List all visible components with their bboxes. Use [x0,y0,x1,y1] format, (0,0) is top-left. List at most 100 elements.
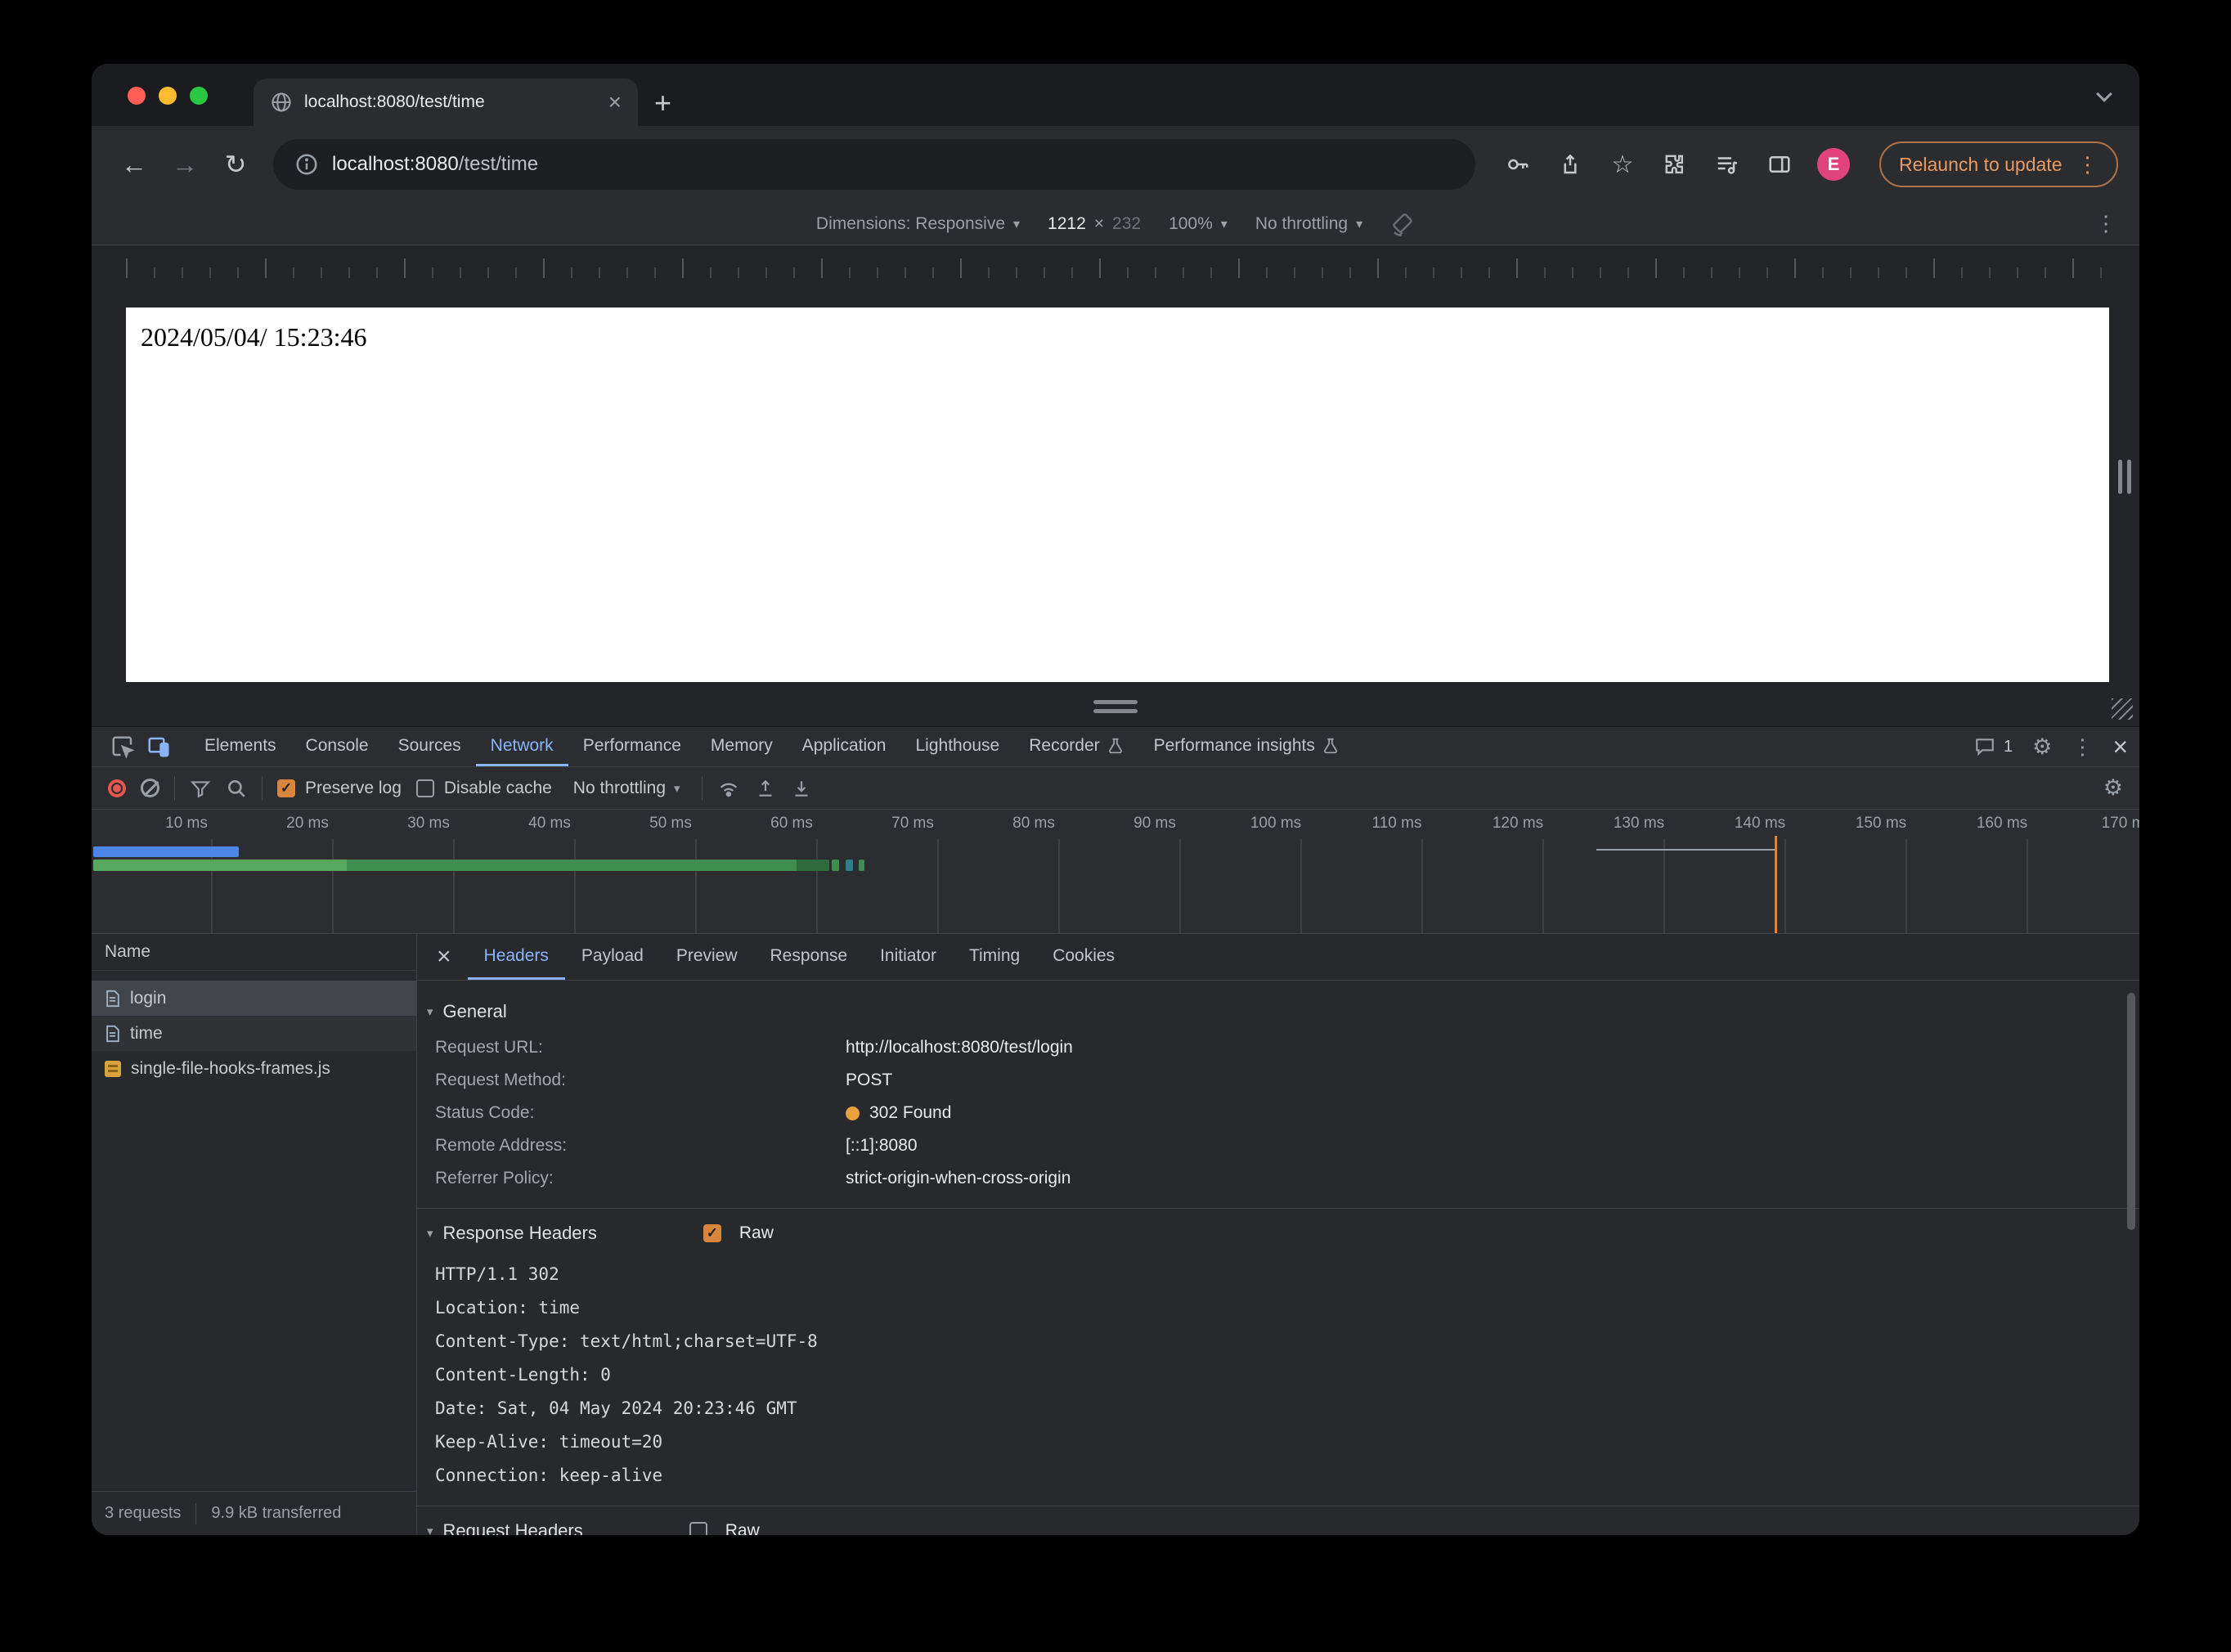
relaunch-menu-icon[interactable]: ⋮ [2077,152,2099,177]
request-headers-section-header[interactable]: ▾ Request Headers Raw [417,1511,2139,1535]
viewport-width-resize-handle[interactable] [2118,460,2131,494]
media-controls-icon[interactable] [1713,150,1742,179]
header-row-status-code: Status Code: 302 Found [417,1097,2139,1129]
share-icon[interactable] [1555,150,1585,179]
viewport-width-input[interactable]: 1212 [1048,214,1086,234]
request-list: login time single-file-hooks-frames.js [92,971,416,1086]
checkbox-unchecked-icon[interactable] [415,779,434,797]
device-toolbar-menu-icon[interactable]: ⋮ [2095,211,2117,236]
site-info-icon[interactable] [294,152,319,177]
header-value: POST [846,1071,893,1089]
tab-performance-insights[interactable]: Performance insights [1139,727,1354,766]
preserve-log-checkbox[interactable]: ✓ Preserve log [277,779,402,798]
time-label: 30 ms [407,815,450,832]
zoom-select[interactable]: 100% ▾ [1169,214,1228,234]
maximize-window-button[interactable] [190,87,208,105]
raw-checkbox[interactable] [689,1522,707,1535]
export-har-icon[interactable] [791,778,812,799]
request-row-time[interactable]: time [92,1016,416,1051]
tab-lighthouse[interactable]: Lighthouse [900,727,1014,766]
browser-toolbar: ← → ↻ localhost:8080/test/time ☆ E Relau… [92,126,2139,203]
reload-button[interactable]: ↻ [214,149,257,180]
forward-button[interactable]: → [164,150,206,180]
expander-icon[interactable]: ▾ [427,1524,433,1535]
expander-icon[interactable]: ▾ [427,1004,433,1019]
tab-application[interactable]: Application [788,727,901,766]
profile-avatar[interactable]: E [1817,148,1850,181]
raw-line: Content-Length: 0 [435,1365,611,1385]
time-label: 50 ms [649,815,692,832]
header-label: Status Code: [435,1103,535,1122]
expander-icon[interactable]: ▾ [427,1226,433,1241]
new-tab-button[interactable]: + [654,88,671,118]
url-text: localhost:8080/test/time [332,153,538,176]
raw-checkbox[interactable]: ✓ [703,1224,721,1242]
network-overview-timeline[interactable]: 10 ms 20 ms 30 ms 40 ms 50 ms 60 ms 70 m… [92,810,2139,934]
detail-tab-initiator[interactable]: Initiator [864,934,953,980]
devtools-menu-icon[interactable]: ⋮ [2072,734,2093,760]
network-settings-icon[interactable]: ⚙ [2103,775,2123,801]
disable-cache-checkbox[interactable]: Disable cache [415,779,552,798]
page-viewport[interactable]: 2024/05/04/ 15:23:46 [126,308,2109,682]
tab-memory[interactable]: Memory [696,727,788,766]
bookmark-star-icon[interactable]: ☆ [1608,150,1637,179]
minimize-window-button[interactable] [159,87,177,105]
viewport-height-input[interactable]: 232 [1112,214,1141,234]
general-section-header[interactable]: ▾ General [417,992,2139,1031]
detail-tab-timing[interactable]: Timing [953,934,1036,980]
issues-badge[interactable]: 1 [1974,736,2013,757]
detail-tab-response[interactable]: Response [754,934,864,980]
address-bar[interactable]: localhost:8080/test/time [273,139,1475,190]
close-window-button[interactable] [128,87,146,105]
clear-network-log-button[interactable] [141,779,159,797]
import-har-icon[interactable] [755,778,776,799]
dimensions-select[interactable]: Dimensions: Responsive ▾ [816,214,1020,234]
network-throttling-select[interactable]: No throttling ▾ [573,779,680,798]
status-dot-icon [846,1106,860,1120]
preserve-log-label: Preserve log [305,778,402,797]
tab-recorder[interactable]: Recorder [1014,727,1138,766]
detail-tab-headers[interactable]: Headers [467,934,565,980]
detail-scrollbar-thumb[interactable] [2127,993,2135,1230]
response-headers-title: Response Headers [442,1223,597,1243]
network-throttling-value: No throttling [572,778,667,797]
request-list-name-header[interactable]: Name [92,934,416,971]
url-path: /test/time [458,153,539,175]
tab-search-chevron-icon[interactable] [2096,86,2112,102]
browser-tab[interactable]: localhost:8080/test/time × [254,79,638,126]
search-icon[interactable] [226,778,247,799]
back-button[interactable]: ← [113,150,155,180]
record-network-log-button[interactable] [108,779,126,797]
tab-performance[interactable]: Performance [568,727,696,766]
tab-console[interactable]: Console [291,727,384,766]
relaunch-update-button[interactable]: Relaunch to update ⋮ [1879,141,2118,187]
detail-tab-payload[interactable]: Payload [565,934,660,980]
network-toolbar: ✓ Preserve log Disable cache No throttli… [92,767,2139,810]
viewport-height-resize-handle[interactable] [1093,700,1138,713]
filter-icon[interactable] [190,778,211,799]
throttling-select[interactable]: No throttling ▾ [1255,214,1362,234]
raw-line: Date: Sat, 04 May 2024 20:23:46 GMT [435,1398,797,1418]
extensions-icon[interactable] [1660,150,1690,179]
tab-elements[interactable]: Elements [190,727,291,766]
request-row-login[interactable]: login [92,981,416,1016]
rotate-viewport-icon[interactable] [1390,212,1415,236]
tab-sources[interactable]: Sources [384,727,476,766]
viewport-corner-resize-handle[interactable] [2112,698,2133,720]
network-conditions-icon[interactable] [717,777,740,800]
response-headers-section-header[interactable]: ▾ Response Headers ✓ Raw [417,1214,2139,1253]
devtools-settings-icon[interactable]: ⚙ [2032,734,2052,760]
tab-close-icon[interactable]: × [608,91,622,114]
detail-close-icon[interactable]: × [437,945,451,969]
checkbox-checked-icon[interactable]: ✓ [277,779,295,797]
device-toolbar-toggle-icon[interactable] [141,727,177,766]
time-label: 120 ms [1492,815,1544,832]
detail-tab-cookies[interactable]: Cookies [1036,934,1131,980]
side-panel-icon[interactable] [1765,150,1794,179]
devtools-close-icon[interactable]: × [2112,734,2128,760]
inspect-element-icon[interactable] [105,727,141,766]
password-key-icon[interactable] [1503,150,1533,179]
tab-network[interactable]: Network [475,727,568,766]
request-row-script[interactable]: single-file-hooks-frames.js [92,1051,416,1086]
detail-tab-preview[interactable]: Preview [660,934,754,980]
